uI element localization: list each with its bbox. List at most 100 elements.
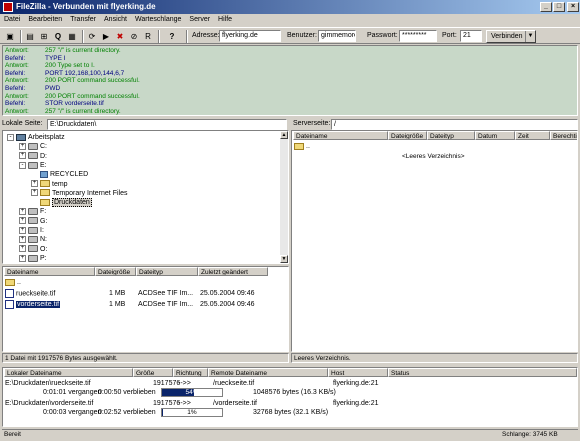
tree-item[interactable]: + Temporary Internet Files <box>31 189 127 198</box>
transfer-bytes: 1048576 bytes (16.3 KB/s) <box>253 389 336 396</box>
stop-icon[interactable]: ✖ <box>114 30 126 42</box>
refresh-icon[interactable]: ⟳ <box>86 30 98 42</box>
help-icon[interactable]: ? <box>166 30 178 42</box>
remote-file-list[interactable]: <Leeres Verzeichnis> Dateiname Dateigröße… <box>291 130 578 352</box>
queue-toggle-icon[interactable]: Q <box>52 30 64 42</box>
column-header[interactable]: Größe <box>133 368 173 377</box>
toolbar: ▣ ▤ ⊞ Q ▦ ⟳ ▶ ✖ ⊘ R ? Adresse: flyerking… <box>0 27 580 44</box>
column-header[interactable]: Remote Dateiname <box>208 368 328 377</box>
column-header[interactable]: Dateiname <box>4 267 95 276</box>
transfer-bytes: 32768 bytes (32.1 KB/s) <box>253 409 329 416</box>
file-size: 1 MB <box>109 290 126 297</box>
expand-icon[interactable]: - <box>19 161 26 169</box>
disconnect-icon[interactable]: ⊘ <box>128 30 140 42</box>
drive-icon <box>28 226 38 234</box>
file-name: .. <box>17 279 21 286</box>
expand-icon[interactable]: + <box>31 180 38 188</box>
progress-bar: 54% <box>161 388 223 397</box>
tree-label: P: <box>40 254 47 262</box>
remote-tree-icon[interactable]: ▦ <box>66 30 78 42</box>
column-header[interactable]: Dateityp <box>136 267 198 276</box>
tree-item[interactable]: + I: <box>19 226 44 235</box>
remote-path-input[interactable]: / <box>331 119 578 130</box>
expand-icon[interactable]: + <box>19 235 26 243</box>
column-header[interactable]: Dateiname <box>293 131 388 140</box>
file-size: 1 MB <box>109 301 126 308</box>
tree-item[interactable]: - E: <box>19 161 47 170</box>
column-header[interactable]: Lokaler Dateiname <box>4 368 133 377</box>
file-name: vorderseite.tif <box>16 301 61 309</box>
menu-hilfe[interactable]: Hilfe <box>214 14 236 26</box>
scroll-down-icon[interactable]: ▼ <box>280 255 288 263</box>
tree-item[interactable]: RECYCLED <box>31 170 88 179</box>
minimize-button[interactable]: _ <box>540 2 552 12</box>
user-input[interactable]: gimmemore <box>318 30 356 42</box>
menu-warteschlange[interactable]: Warteschlange <box>131 14 185 26</box>
local-file-list[interactable]: Dateiname Dateigröße Dateityp Zuletzt geänd… <box>2 266 289 352</box>
password-input[interactable]: ********* <box>399 30 437 42</box>
expand-icon[interactable]: + <box>19 142 26 150</box>
column-header[interactable]: Dateigröße <box>95 267 136 276</box>
status-text: Bereit <box>4 431 21 438</box>
message-log[interactable]: Antwort: 257 "/" is current directory. Bef… <box>2 45 578 116</box>
process-queue-icon[interactable]: ▶ <box>100 30 112 42</box>
column-header[interactable]: Zuletzt geändert <box>198 267 268 276</box>
log-type: Befehl: <box>5 100 26 108</box>
column-header[interactable]: Dateigröße <box>388 131 427 140</box>
local-tree-scrollbar[interactable]: ▲ ▼ <box>280 131 288 263</box>
tree-item[interactable]: + N: <box>19 235 47 244</box>
close-button[interactable]: × <box>567 2 579 12</box>
local-tree[interactable]: ▲ ▼ - Arbeitsplatz + C: + D: - E: RECYCLED + temp +… <box>2 130 289 264</box>
expand-icon[interactable]: + <box>19 152 26 160</box>
column-header[interactable]: Dateityp <box>427 131 475 140</box>
tree-item[interactable]: + D: <box>19 152 47 161</box>
tree-label: Temporary Internet Files <box>52 189 128 197</box>
column-header[interactable]: Status <box>388 368 577 377</box>
expand-icon[interactable]: + <box>19 217 26 225</box>
column-header[interactable]: Datum <box>475 131 515 140</box>
transfer-queue[interactable]: Lokaler Dateiname Größe Richtung Remote Dat… <box>2 367 578 427</box>
log-toggle-icon[interactable]: ▤ <box>24 30 36 42</box>
tree-item[interactable]: + F: <box>19 207 46 216</box>
menu-transfer[interactable]: Transfer <box>66 14 100 26</box>
menu-ansicht[interactable]: Ansicht <box>100 14 131 26</box>
menu-bearbeiten[interactable]: Bearbeiten <box>24 14 66 26</box>
chevron-down-icon[interactable]: ▼ <box>525 31 535 42</box>
log-line: Befehl: PWD <box>5 85 575 93</box>
tree-item[interactable]: + P: <box>19 254 47 263</box>
file-row[interactable]: .. <box>5 278 285 288</box>
expand-icon[interactable]: + <box>19 245 26 253</box>
menu-bar: Datei Bearbeiten Transfer Ansicht Warteschla… <box>0 14 580 26</box>
expand-icon[interactable]: + <box>19 254 26 262</box>
tree-item[interactable]: - Arbeitsplatz <box>7 133 65 142</box>
password-label: Passwort: <box>367 32 398 39</box>
connect-button[interactable]: Verbinden ▼ <box>486 30 536 43</box>
tree-item[interactable]: + C: <box>19 142 47 151</box>
expand-icon[interactable]: + <box>31 189 38 197</box>
expand-icon[interactable]: - <box>7 133 14 141</box>
port-input[interactable]: 21 <box>460 30 482 42</box>
host-input[interactable]: flyerking.de <box>219 30 281 42</box>
column-header[interactable]: Host <box>328 368 388 377</box>
maximize-button[interactable]: □ <box>553 2 565 12</box>
tree-item[interactable]: + G: <box>19 217 47 226</box>
queue-remote: /rueckseite.tif <box>213 380 255 387</box>
column-header[interactable]: Richtung <box>173 368 208 377</box>
queue-size: 1917576 <box>153 400 181 407</box>
tree-item[interactable]: Druckdaten <box>31 198 92 208</box>
expand-icon[interactable]: + <box>19 208 26 216</box>
drive-icon <box>28 245 38 253</box>
file-row[interactable]: .. <box>294 142 310 152</box>
tree-item[interactable]: + O: <box>19 245 47 254</box>
menu-datei[interactable]: Datei <box>0 14 24 26</box>
column-header[interactable]: Berechtigung <box>550 131 577 140</box>
column-header[interactable]: Zeit <box>515 131 550 140</box>
expand-icon[interactable]: + <box>19 226 26 234</box>
site-manager-icon[interactable]: ▣ <box>4 30 16 42</box>
local-path-input[interactable]: E:\Druckdaten\ <box>47 119 287 130</box>
tree-item[interactable]: + temp <box>31 180 68 189</box>
scroll-up-icon[interactable]: ▲ <box>280 131 288 139</box>
reconnect-icon[interactable]: R <box>142 30 154 42</box>
tree-toggle-icon[interactable]: ⊞ <box>38 30 50 42</box>
menu-server[interactable]: Server <box>185 14 214 26</box>
